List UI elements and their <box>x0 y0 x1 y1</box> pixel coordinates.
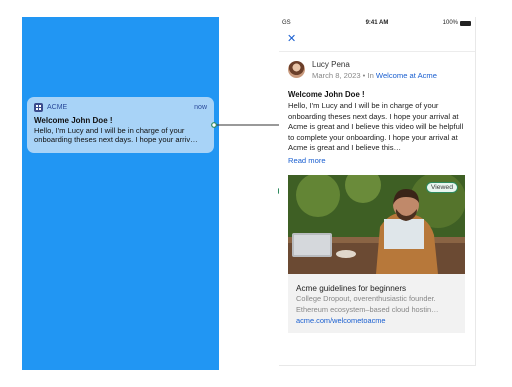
community-link[interactable]: Welcome at Acme <box>376 71 437 80</box>
battery-icon <box>460 20 471 26</box>
push-notification[interactable]: ACME now Welcome John Doe ! Hello, I'm L… <box>27 97 214 153</box>
author-name: Lucy Pena <box>312 60 350 69</box>
card-url-link[interactable]: acme.com/welcometoacme <box>296 316 386 325</box>
viewed-badge: Viewed <box>425 182 458 193</box>
notification-body: Hello, I'm Lucy and I will be in charge … <box>34 126 198 144</box>
close-icon[interactable]: ✕ <box>287 33 296 45</box>
notification-title: Welcome John Doe ! <box>34 116 113 125</box>
status-bar: GS 9:41 AM 100% <box>279 17 475 29</box>
in-label: In <box>367 71 374 80</box>
lock-screen <box>22 17 219 370</box>
read-more-link[interactable]: Read more <box>288 156 326 165</box>
divider <box>279 51 475 52</box>
notification-time: now <box>194 103 207 111</box>
preview-image: Viewed <box>288 175 465 274</box>
post-body: Hello, I'm Lucy and I will be in charge … <box>288 101 464 153</box>
link-preview-card[interactable]: Viewed Acme guidelines for beginners Col… <box>288 175 465 333</box>
notification-app-name: ACME <box>47 103 68 111</box>
post-meta: March 8, 2023 • In Welcome at Acme <box>312 71 437 80</box>
card-description: College Dropout, overenthusiastic founde… <box>296 294 439 314</box>
post-title: Welcome John Doe ! <box>288 90 365 99</box>
card-title: Acme guidelines for beginners <box>296 284 407 293</box>
post-detail-screen: GS 9:41 AM 100% ✕ Lucy Pena March 8, 202… <box>279 17 476 366</box>
post-date: March 8, 2023 <box>312 71 361 80</box>
battery-status: 100% <box>443 20 471 26</box>
grid-icon <box>34 102 43 112</box>
battery-percent: 100% <box>442 20 458 26</box>
avatar <box>288 61 305 78</box>
notification-header: ACME now <box>34 102 207 112</box>
